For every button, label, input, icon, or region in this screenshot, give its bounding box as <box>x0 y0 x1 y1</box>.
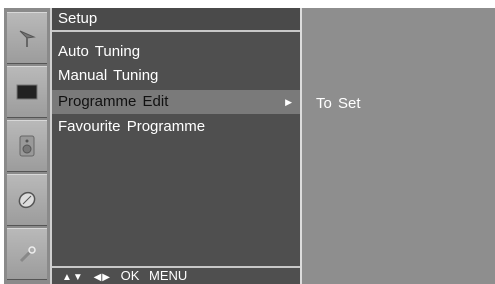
menu-title: Setup <box>52 8 300 32</box>
submenu-item-to-set[interactable]: To Set <box>316 92 361 116</box>
picture-tab[interactable] <box>7 66 47 118</box>
key-guide: ▲▼ ◀▶ OK MENU <box>52 266 300 284</box>
menu-item-label: Programme Edit <box>58 93 169 110</box>
submenu-panel: To Set <box>300 8 495 284</box>
antenna-icon <box>19 30 36 47</box>
tools-icon <box>19 246 36 263</box>
setup-tab[interactable] <box>7 12 47 64</box>
menu-item-favourite-programme[interactable]: Favourite Programme <box>52 115 300 139</box>
menu-item-label: Auto Tuning <box>58 43 141 60</box>
time-icon <box>18 191 36 209</box>
ok-key-label: OK <box>120 268 140 283</box>
navigation-arrows-icon: ▲▼ ◀▶ <box>62 272 111 283</box>
setup-menu: Setup Auto Tuning Manual Tuning Programm… <box>50 8 300 284</box>
speaker-icon <box>19 135 35 157</box>
time-tab[interactable] <box>7 174 47 226</box>
option-tab[interactable] <box>7 228 47 280</box>
menu-item-label: Manual Tuning <box>58 67 159 84</box>
menu-item-manual-tuning[interactable]: Manual Tuning <box>52 64 300 88</box>
menu-item-auto-tuning[interactable]: Auto Tuning <box>52 40 300 64</box>
submenu-arrow-icon: ▶ <box>285 97 292 107</box>
audio-tab[interactable] <box>7 120 47 172</box>
menu-item-label: Favourite Programme <box>58 118 206 135</box>
menu-icon-column <box>4 8 50 284</box>
picture-icon <box>16 84 38 100</box>
menu-item-programme-edit[interactable]: Programme Edit ▶ <box>52 90 300 114</box>
submenu-item-label: To Set <box>316 95 361 112</box>
menu-key-label: MENU <box>149 268 188 283</box>
